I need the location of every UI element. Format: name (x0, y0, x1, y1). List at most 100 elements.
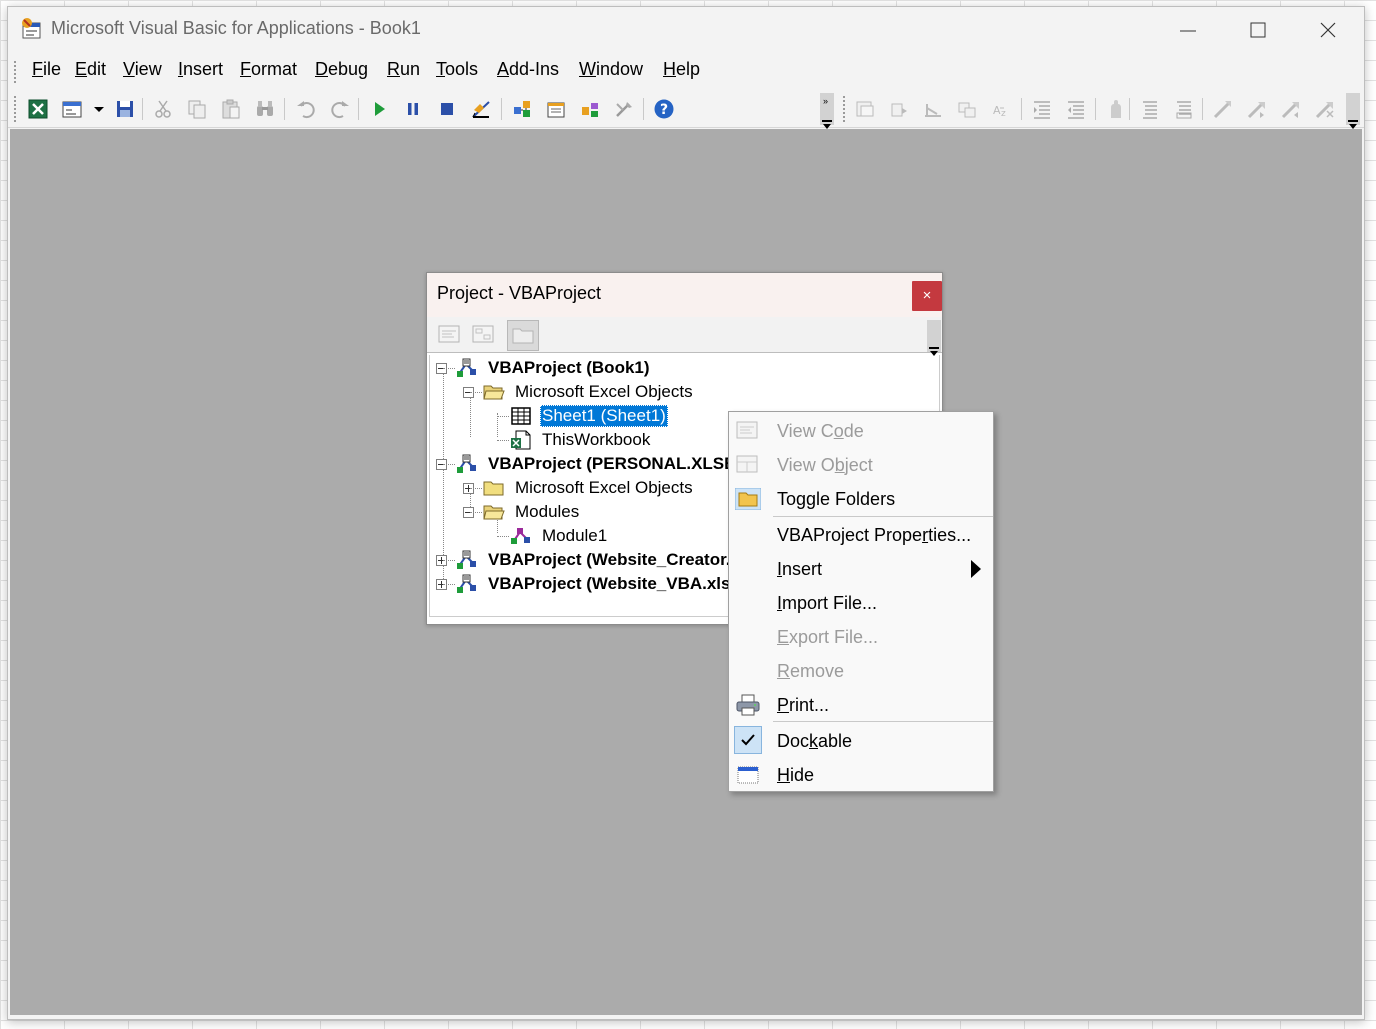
folder-open-icon (483, 502, 505, 522)
insert-userform-icon[interactable] (58, 96, 86, 122)
toolbar-overflow-button[interactable]: » (820, 93, 834, 129)
list-properties-icon[interactable] (851, 96, 879, 122)
menu-view[interactable]: View (123, 59, 162, 80)
ctx-export-file[interactable]: Export File... (729, 620, 993, 654)
tree-node[interactable]: VBAProject (Website_VBA.xlsm) (457, 573, 753, 597)
label-post: emove (790, 661, 845, 681)
clear-bookmarks-icon[interactable] (1311, 96, 1339, 122)
ctx-view-object[interactable]: View Object (729, 448, 993, 482)
tree-node[interactable]: Sheet1 (Sheet1) (511, 405, 668, 429)
menu-separator (773, 516, 993, 517)
ctx-view-code[interactable]: View Code (729, 414, 993, 448)
label-post: ject (844, 455, 873, 475)
reset-icon[interactable] (433, 96, 461, 122)
ctx-remove[interactable]: Remove (729, 654, 993, 688)
excel-view-icon[interactable] (24, 96, 52, 122)
view-code-icon[interactable] (433, 320, 465, 351)
menu-insert[interactable]: Insert (178, 59, 223, 80)
menu-help[interactable]: Help (663, 59, 700, 80)
toggle-folders-icon[interactable] (507, 320, 539, 351)
project-explorer-icon[interactable] (508, 96, 536, 122)
project-panel-header[interactable]: Project - VBAProject × (427, 273, 942, 317)
menu-edit[interactable]: Edit (75, 59, 106, 80)
find-icon[interactable] (251, 96, 279, 122)
parameter-info-icon[interactable] (953, 96, 981, 122)
menu-addins[interactable]: Add-Ins (497, 59, 559, 80)
project-icon (456, 358, 478, 378)
project-panel-title: Project - VBAProject (437, 283, 602, 303)
break-icon[interactable] (399, 96, 427, 122)
tree-node[interactable]: ThisWorkbook (511, 429, 652, 453)
previous-bookmark-icon[interactable] (1277, 96, 1305, 122)
object-browser-icon[interactable] (576, 96, 604, 122)
ctx-dockable[interactable]: Dockable (729, 724, 993, 758)
toggle-breakpoint-icon[interactable] (1102, 96, 1130, 122)
ctx-hide[interactable]: Hide (729, 758, 993, 792)
ctx-item-label: Import File... (777, 593, 877, 614)
ctx-insert[interactable]: Insert (729, 552, 993, 586)
close-button[interactable] (1303, 15, 1353, 45)
menu-hotkey: H (663, 59, 676, 79)
menu-format[interactable]: Format (240, 59, 297, 80)
view-object-icon[interactable] (467, 320, 499, 351)
menu-hotkey: F (240, 59, 251, 79)
tree-node[interactable]: Module1 (511, 525, 609, 549)
dropdown-arrow-icon[interactable] (90, 96, 108, 122)
undo-icon[interactable] (292, 96, 320, 122)
ctx-toggle-folders[interactable]: Toggle Folders (729, 482, 993, 516)
tree-connector (443, 584, 455, 585)
copy-icon[interactable] (183, 96, 211, 122)
toggle-bookmark-icon[interactable] (1209, 96, 1237, 122)
ctx-import-file[interactable]: Import File... (729, 586, 993, 620)
menubar-grip[interactable] (14, 61, 18, 83)
cut-icon[interactable] (149, 96, 177, 122)
toolbox-icon[interactable] (610, 96, 638, 122)
menu-file[interactable]: File (32, 59, 61, 80)
tree-connector (497, 536, 509, 537)
next-bookmark-icon[interactable] (1243, 96, 1271, 122)
menu-window[interactable]: Window (579, 59, 643, 80)
outdent-icon[interactable] (1062, 96, 1090, 122)
run-icon[interactable] (365, 96, 393, 122)
tree-node[interactable]: Modules (483, 501, 581, 525)
folder-closed-icon (483, 478, 505, 498)
tree-node[interactable]: Microsoft Excel Objects (483, 477, 695, 501)
toolbar-grip[interactable] (14, 96, 18, 122)
ctx-print[interactable]: Print... (729, 688, 993, 722)
panel-toolbar-overflow[interactable] (927, 320, 941, 356)
ctx-vbaproject-properties[interactable]: VBAProject Properties... (729, 518, 993, 552)
list-constants-icon[interactable] (885, 96, 913, 122)
complete-word-icon[interactable]: Az (987, 96, 1015, 122)
tree-node-label: VBAProject (Website_VBA.xlsm) (488, 574, 752, 593)
save-icon[interactable] (111, 96, 139, 122)
menu-run[interactable]: Run (387, 59, 420, 80)
ctx-item-label: Export File... (777, 627, 878, 648)
menu-tools[interactable]: Tools (436, 59, 478, 80)
minimize-button[interactable] (1163, 15, 1213, 45)
design-mode-icon[interactable] (467, 96, 495, 122)
quick-info-icon[interactable] (919, 96, 947, 122)
uncomment-block-icon[interactable] (1170, 96, 1198, 122)
tree-node[interactable]: VBAProject (PERSONAL.XLSB) (457, 453, 744, 477)
tree-connector (443, 461, 444, 557)
properties-window-icon[interactable] (542, 96, 570, 122)
paste-icon[interactable] (217, 96, 245, 122)
edit-toolbar-overflow-button[interactable] (1346, 93, 1360, 129)
menu-debug[interactable]: Debug (315, 59, 368, 80)
project-panel-close-button[interactable]: × (912, 281, 942, 311)
help-icon[interactable]: ? (650, 96, 678, 122)
svg-text:z: z (1001, 109, 1006, 119)
menu-hotkey: E (75, 59, 88, 79)
label-post: rint... (789, 695, 830, 715)
title-bar: Microsoft Visual Basic for Applications … (8, 7, 1364, 51)
tree-node[interactable]: VBAProject (Book1) (457, 357, 652, 381)
comment-block-icon[interactable] (1136, 96, 1164, 122)
indent-icon[interactable] (1028, 96, 1056, 122)
tree-node[interactable]: Microsoft Excel Objects (483, 381, 695, 405)
redo-icon[interactable] (326, 96, 354, 122)
ctx-item-label: Hide (777, 765, 814, 786)
menu-label-rest: dit (87, 59, 107, 79)
context-menu: View Code View Object Toggle Folders VBAPro… (728, 411, 994, 792)
edit-toolbar-grip[interactable] (843, 96, 847, 122)
maximize-button[interactable] (1233, 15, 1283, 45)
